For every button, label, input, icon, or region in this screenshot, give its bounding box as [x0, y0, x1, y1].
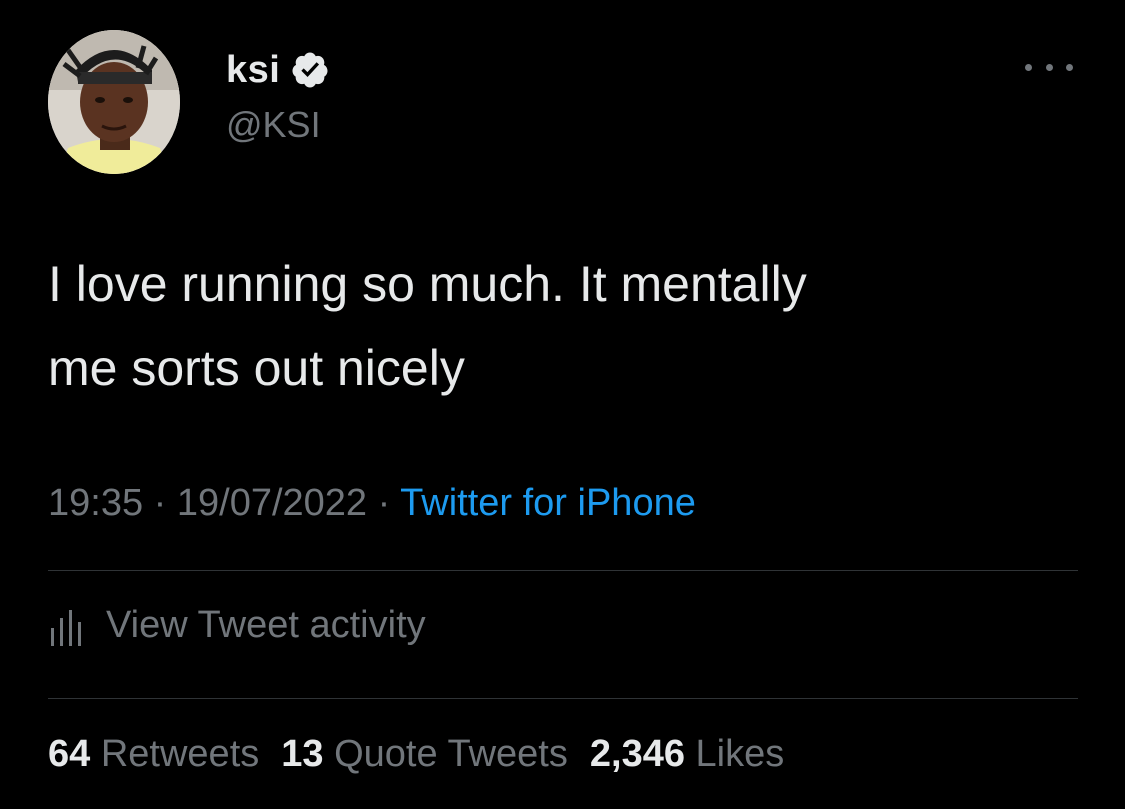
avatar[interactable]	[48, 30, 180, 174]
likes-stat[interactable]: 2,346 Likes	[590, 733, 784, 775]
analytics-bars-icon	[51, 609, 81, 646]
likes-count: 2,346	[589, 733, 685, 775]
more-dot	[1025, 63, 1032, 71]
engagement-stats: 64 Retweets 13 Quote Tweets 2,346 Likes	[48, 733, 784, 776]
meta-separator: ·	[377, 482, 391, 524]
divider	[48, 570, 1078, 571]
retweets-label: Retweets	[100, 733, 260, 775]
retweets-count: 64	[48, 733, 91, 775]
user-handle[interactable]: @KSI	[226, 104, 321, 146]
quote-tweets-count: 13	[281, 733, 324, 775]
tweet-meta: 19:35 · 19/07/2022 · Twitter for iPhone	[48, 482, 696, 525]
divider	[48, 698, 1078, 699]
meta-separator: ·	[153, 482, 167, 524]
tweet-text: I love running so much. It mentally me s…	[48, 256, 807, 396]
verified-badge-icon	[290, 50, 330, 90]
quote-tweets-label: Quote Tweets	[334, 733, 568, 775]
view-tweet-activity-label: View Tweet activity	[106, 604, 426, 646]
avatar-image	[48, 30, 180, 174]
likes-label: Likes	[695, 733, 785, 775]
display-name[interactable]: ksi	[226, 49, 280, 92]
tweet-time[interactable]: 19:35	[48, 482, 143, 524]
author-name-row[interactable]: ksi	[226, 44, 330, 96]
more-dot	[1066, 63, 1073, 71]
retweets-stat[interactable]: 64 Retweets	[48, 733, 259, 775]
tweet-date[interactable]: 19/07/2022	[177, 482, 367, 524]
quote-tweets-stat[interactable]: 13 Quote Tweets	[281, 733, 568, 775]
more-dot	[1045, 63, 1053, 71]
tweet-source-link[interactable]: Twitter for iPhone	[400, 482, 696, 524]
view-tweet-activity-button[interactable]: View Tweet activity	[48, 604, 426, 647]
more-options-icon[interactable]	[1025, 52, 1073, 82]
